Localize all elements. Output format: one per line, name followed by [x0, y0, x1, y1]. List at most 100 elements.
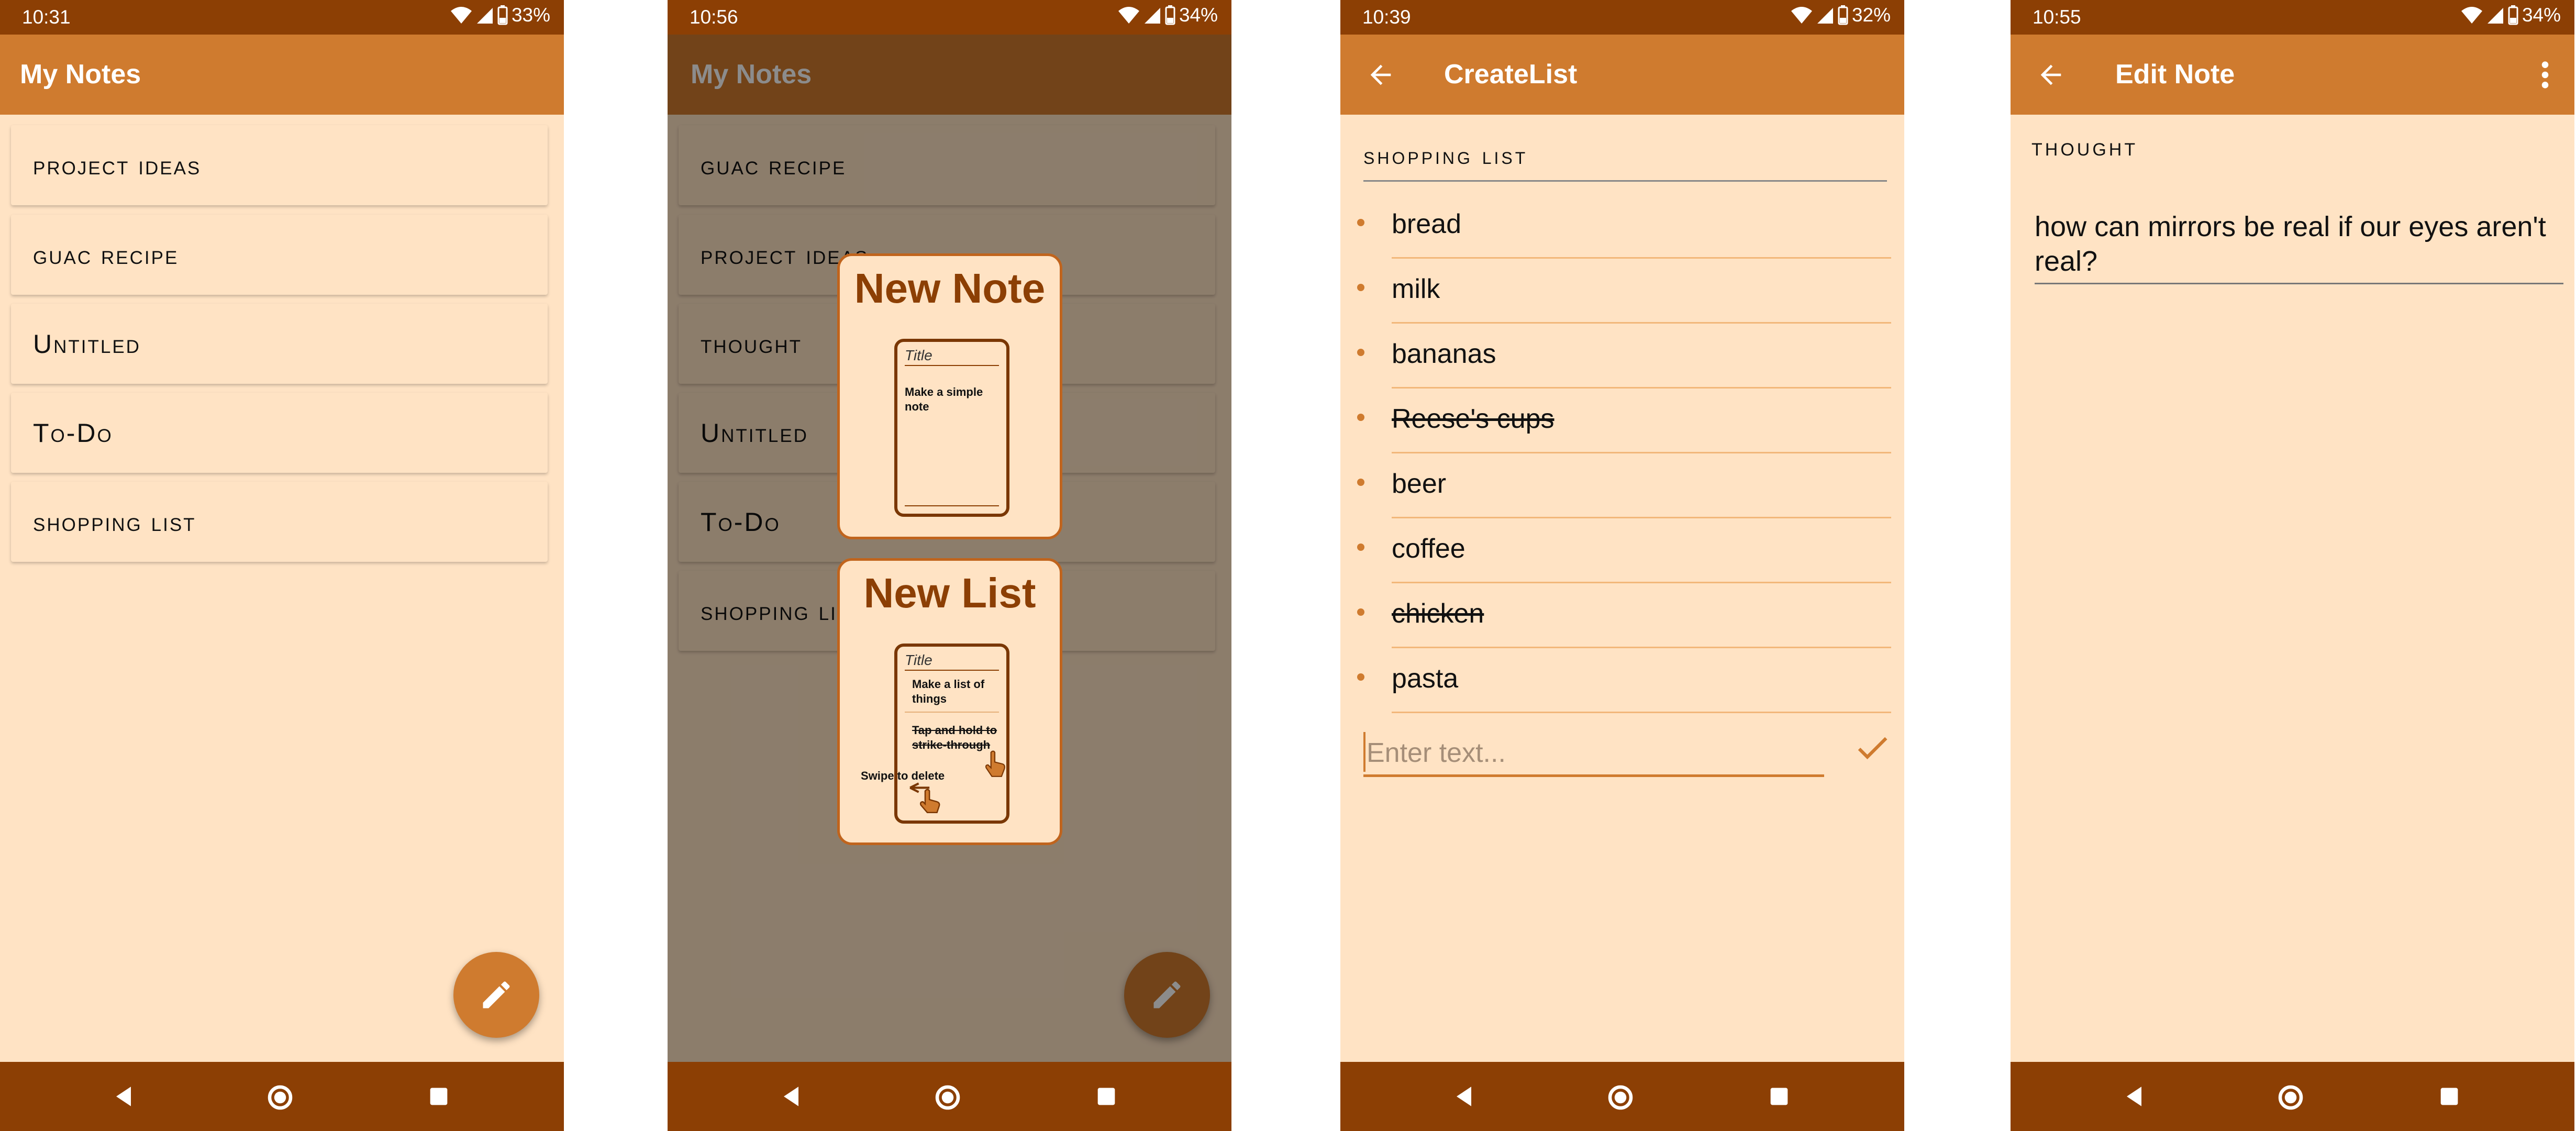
note-card[interactable]: guac recipe	[11, 215, 548, 295]
bullet-icon	[1357, 544, 1364, 551]
arrow-back-icon[interactable]	[1365, 60, 1396, 90]
status-bar: 10:56 34%	[668, 0, 1231, 35]
note-card[interactable]: project ideas	[11, 125, 548, 205]
nav-recent-icon[interactable]	[2435, 1082, 2464, 1111]
nav-back-icon[interactable]	[1449, 1082, 1479, 1111]
note-title-field[interactable]: thought	[2031, 133, 2138, 162]
note-card[interactable]: shopping list	[11, 482, 548, 562]
arrow-back-icon[interactable]	[2036, 60, 2066, 90]
preview-title: Title	[905, 347, 932, 363]
new-item-input[interactable]: Enter text...	[1363, 730, 1824, 777]
status-bar: 10:39 32%	[1340, 0, 1904, 35]
check-icon[interactable]	[1852, 728, 1892, 768]
note-card-title: shopping list	[33, 507, 196, 537]
swipe-hand-icon	[909, 782, 940, 814]
screen-my-notes: 10:31 33% My Notes project ideas guac re…	[0, 0, 564, 1131]
signal-icon	[1817, 8, 1833, 24]
pencil-icon	[483, 981, 510, 1008]
note-preview-illustration: Title Make a simple note	[894, 339, 1009, 517]
system-nav-bar	[668, 1062, 1231, 1131]
wifi-icon	[1118, 7, 1139, 24]
new-item-placeholder: Enter text...	[1367, 738, 1506, 768]
note-body-field[interactable]: how can mirrors be real if our eyes aren…	[2035, 209, 2553, 279]
new-note-heading: New Note	[854, 265, 1046, 312]
nav-home-icon[interactable]	[1605, 1082, 1636, 1113]
signal-icon	[476, 8, 493, 24]
nav-home-icon[interactable]	[2275, 1082, 2306, 1113]
battery-percent: 32%	[1851, 4, 1891, 26]
note-card-title: To-Do	[33, 418, 113, 448]
list-item[interactable]: chicken	[1357, 583, 1891, 648]
note-card[interactable]: To-Do	[11, 393, 548, 473]
app-bar: My Notes	[0, 35, 564, 115]
signal-icon	[1144, 8, 1160, 24]
page-title: Edit Note	[2115, 59, 2235, 90]
bullet-icon	[1357, 673, 1364, 681]
new-note-fab[interactable]	[453, 952, 539, 1038]
wifi-icon	[1791, 7, 1812, 24]
nav-back-icon[interactable]	[109, 1082, 138, 1111]
wifi-icon	[450, 7, 472, 24]
system-nav-bar	[1340, 1062, 1904, 1131]
note-card-title: project ideas	[33, 150, 202, 180]
app-bar: CreateList	[1340, 35, 1904, 115]
bullet-icon	[1357, 479, 1364, 486]
battery-percent: 34%	[1179, 4, 1218, 26]
battery-percent: 33%	[511, 4, 550, 26]
signal-icon	[2487, 8, 2503, 24]
status-time: 10:39	[1362, 6, 1411, 28]
app-bar: Edit Note	[2011, 35, 2574, 115]
status-bar: 10:31 33%	[0, 0, 564, 35]
list-item-text: coffee	[1392, 534, 1465, 564]
nav-recent-icon[interactable]	[1764, 1082, 1794, 1111]
nav-recent-icon[interactable]	[1092, 1082, 1121, 1111]
screen-create-list: 10:39 32% CreateList shopping list bread…	[1340, 0, 1904, 1131]
list-item-text: pasta	[1392, 663, 1459, 694]
screen-new-dialog: 10:56 34% My Notes guac recipe project i…	[668, 0, 1231, 1131]
battery-percent: 34%	[2522, 4, 2561, 26]
new-list-option[interactable]: New List Title Make a list of things Tap…	[837, 558, 1062, 845]
list-item[interactable]: coffee	[1357, 518, 1891, 583]
battery-icon	[497, 5, 508, 25]
page-title: CreateList	[1444, 59, 1578, 90]
system-nav-bar	[2011, 1062, 2574, 1131]
list-item[interactable]: milk	[1357, 259, 1891, 324]
battery-icon	[1165, 5, 1175, 25]
bullet-icon	[1357, 349, 1364, 356]
wifi-icon	[2461, 7, 2482, 24]
new-note-option[interactable]: New Note Title Make a simple note	[837, 253, 1062, 539]
list-item[interactable]: bananas	[1357, 324, 1891, 389]
nav-home-icon[interactable]	[932, 1082, 963, 1113]
preview-title: Title	[905, 652, 932, 668]
status-time: 10:31	[22, 6, 71, 28]
bullet-icon	[1357, 414, 1364, 421]
list-item[interactable]: bread	[1357, 194, 1891, 259]
preview-list-item-struck: Tap and hold to strike-through	[912, 724, 997, 751]
nav-back-icon[interactable]	[2119, 1082, 2149, 1111]
list-item-text: chicken	[1392, 598, 1484, 629]
list-title[interactable]: shopping list	[1363, 141, 1528, 170]
screen-edit-note: 10:55 34% Edit Note thought how can mirr…	[2011, 0, 2574, 1131]
list-item-text: beer	[1392, 469, 1447, 499]
page-title: My Notes	[20, 59, 141, 90]
list-item-text: milk	[1392, 274, 1440, 304]
status-time: 10:55	[2033, 6, 2081, 28]
preview-list-item: Make a list of things	[912, 678, 985, 705]
list-item[interactable]: Reese's cups	[1357, 389, 1891, 453]
nav-back-icon[interactable]	[776, 1082, 806, 1111]
note-card-title: Untitled	[33, 329, 141, 359]
nav-home-icon[interactable]	[264, 1082, 296, 1113]
bullet-icon	[1357, 219, 1364, 226]
bullet-icon	[1357, 608, 1364, 616]
list-item-text: bread	[1392, 209, 1461, 239]
system-nav-bar	[0, 1062, 564, 1131]
dialog-scrim[interactable]	[668, 35, 1231, 1062]
nav-recent-icon[interactable]	[424, 1082, 453, 1111]
list-item[interactable]: beer	[1357, 453, 1891, 518]
list-item[interactable]: pasta	[1357, 648, 1891, 713]
list-item-text: Reese's cups	[1392, 404, 1555, 434]
new-list-heading: New List	[863, 570, 1036, 616]
more-vert-icon[interactable]	[2539, 60, 2551, 90]
note-card[interactable]: Untitled	[11, 304, 548, 384]
tap-hand-icon	[985, 750, 1005, 777]
